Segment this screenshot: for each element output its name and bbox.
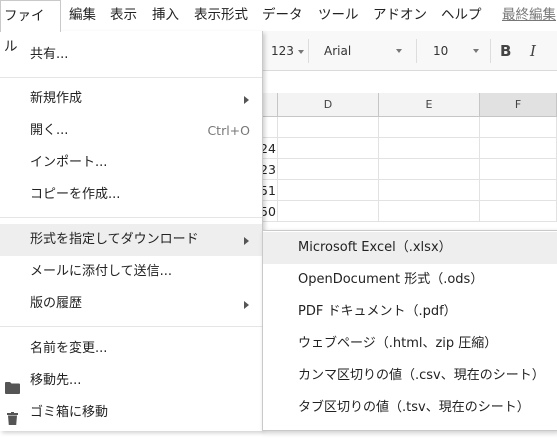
cell[interactable] [379, 159, 480, 180]
font-dropdown[interactable]: Arial [324, 31, 408, 71]
menu-item-open[interactable]: 開く... Ctrl+O [0, 115, 262, 147]
menu-item-label: ゴミ箱に移動 [30, 405, 109, 420]
menu-item-label: 名前を変更... [30, 341, 108, 356]
menu-item-label: インポート... [30, 155, 108, 170]
submenu-item-xlsx[interactable]: Microsoft Excel（.xlsx） [263, 232, 557, 264]
menu-item-email-attachment[interactable]: メールに添付して送信... [0, 256, 262, 288]
cell[interactable] [480, 180, 557, 201]
menu-item-make-copy[interactable]: コピーを作成... [0, 179, 262, 211]
chevron-down-icon [297, 49, 304, 54]
menu-insert[interactable]: 挿入 [152, 0, 179, 31]
column-header-d[interactable]: D [278, 93, 379, 117]
cell[interactable] [278, 159, 379, 180]
number-format-label: 123 [271, 44, 294, 58]
toolbar-divider [416, 39, 417, 63]
cell-value[interactable]: 23 [260, 159, 278, 180]
menu-divider [0, 77, 262, 78]
submenu-item-csv[interactable]: カンマ区切りの値（.csv、現在のシート） [263, 360, 557, 392]
cell[interactable] [480, 159, 557, 180]
menu-item-new[interactable]: 新規作成 [0, 83, 262, 115]
column-header-e[interactable]: E [379, 93, 480, 117]
cell[interactable] [379, 117, 480, 138]
chevron-down-icon [473, 49, 479, 53]
submenu-item-html[interactable]: ウェブページ（.html、zip 圧縮） [263, 328, 557, 360]
shortcut-label: Ctrl+O [207, 123, 250, 138]
cell[interactable] [480, 201, 557, 222]
menu-item-version-history[interactable]: 版の履歴 [0, 288, 262, 320]
toolbar-divider [490, 39, 491, 63]
chevron-right-icon [244, 301, 249, 309]
font-size-label: 10 [433, 44, 449, 58]
cell-value[interactable]: 50 [260, 201, 278, 222]
menu-item-label: 新規作成 [30, 91, 83, 106]
trash-icon [7, 406, 18, 438]
cell-value[interactable]: 24 [260, 138, 278, 159]
submenu-item-label: カンマ区切りの値（.csv、現在のシート） [298, 368, 545, 383]
last-edit-link[interactable]: 最終編集 [502, 0, 556, 31]
menubar: ファイル 編集 表示 挿入 表示形式 データ ツール アドオン ヘルプ 最終編集 [0, 0, 557, 55]
toolbar-divider [308, 39, 309, 63]
bold-button[interactable]: B [500, 31, 511, 71]
submenu-item-tsv[interactable]: タブ区切りの値（.tsv、現在のシート） [263, 392, 557, 424]
cell[interactable] [262, 117, 278, 138]
submenu-item-label: Microsoft Excel（.xlsx） [298, 240, 452, 255]
menu-item-label: 移動先... [30, 373, 82, 388]
cell[interactable] [379, 138, 480, 159]
menu-help[interactable]: ヘルプ [441, 0, 482, 31]
chevron-right-icon [244, 237, 249, 245]
submenu-item-label: OpenDocument 形式（.ods） [298, 272, 484, 287]
font-size-dropdown[interactable]: 10 [433, 31, 483, 71]
submenu-item-ods[interactable]: OpenDocument 形式（.ods） [263, 264, 557, 296]
menu-item-label: メールに添付して送信... [30, 264, 173, 279]
submenu-item-label: タブ区切りの値（.tsv、現在のシート） [298, 400, 530, 415]
menu-item-share[interactable]: 共有... [0, 39, 262, 71]
menu-view[interactable]: 表示 [110, 0, 137, 31]
menu-item-label: 版の履歴 [30, 296, 83, 311]
column-header-c[interactable] [262, 93, 278, 117]
menu-data[interactable]: データ [262, 0, 303, 31]
cell[interactable] [379, 201, 480, 222]
cell[interactable] [379, 180, 480, 201]
menu-tools[interactable]: ツール [318, 0, 359, 31]
menu-item-label: 共有... [30, 47, 69, 62]
italic-button[interactable]: I [530, 31, 536, 71]
menu-divider [0, 217, 262, 218]
menu-item-move-to[interactable]: 移動先... [0, 365, 262, 397]
cell[interactable] [278, 117, 379, 138]
download-submenu: Microsoft Excel（.xlsx） OpenDocument 形式（.… [262, 230, 557, 431]
menu-item-import[interactable]: インポート... [0, 147, 262, 179]
cell[interactable] [278, 180, 379, 201]
submenu-item-label: ウェブページ（.html、zip 圧縮） [298, 336, 498, 351]
menu-item-label: コピーを作成... [30, 187, 121, 202]
number-format-dropdown[interactable]: 123 [271, 31, 304, 71]
file-menu: 共有... 新規作成 開く... Ctrl+O インポート... コピーを作成.… [0, 31, 263, 431]
cell[interactable] [278, 201, 379, 222]
cell[interactable] [480, 138, 557, 159]
chevron-down-icon [396, 49, 402, 53]
cell-value[interactable]: 51 [260, 180, 278, 201]
menu-item-label: 開く... [30, 123, 69, 138]
menu-file[interactable]: ファイル [0, 0, 61, 55]
chevron-right-icon [244, 96, 249, 104]
menu-item-rename[interactable]: 名前を変更... [0, 333, 262, 365]
cell[interactable] [480, 117, 557, 138]
menu-item-download-as[interactable]: 形式を指定してダウンロード [0, 224, 262, 256]
submenu-item-pdf[interactable]: PDF ドキュメント（.pdf） [263, 296, 557, 328]
menu-item-move-to-trash[interactable]: ゴミ箱に移動 [0, 397, 262, 429]
menu-edit[interactable]: 編集 [69, 0, 96, 31]
menu-format[interactable]: 表示形式 [194, 0, 248, 31]
cell[interactable] [278, 138, 379, 159]
column-header-f[interactable]: F [480, 93, 557, 117]
menu-divider [0, 326, 262, 327]
menu-item-label: 形式を指定してダウンロード [30, 232, 199, 247]
font-label: Arial [324, 44, 352, 58]
submenu-item-label: PDF ドキュメント（.pdf） [298, 304, 457, 319]
menu-addons[interactable]: アドオン [373, 0, 427, 31]
